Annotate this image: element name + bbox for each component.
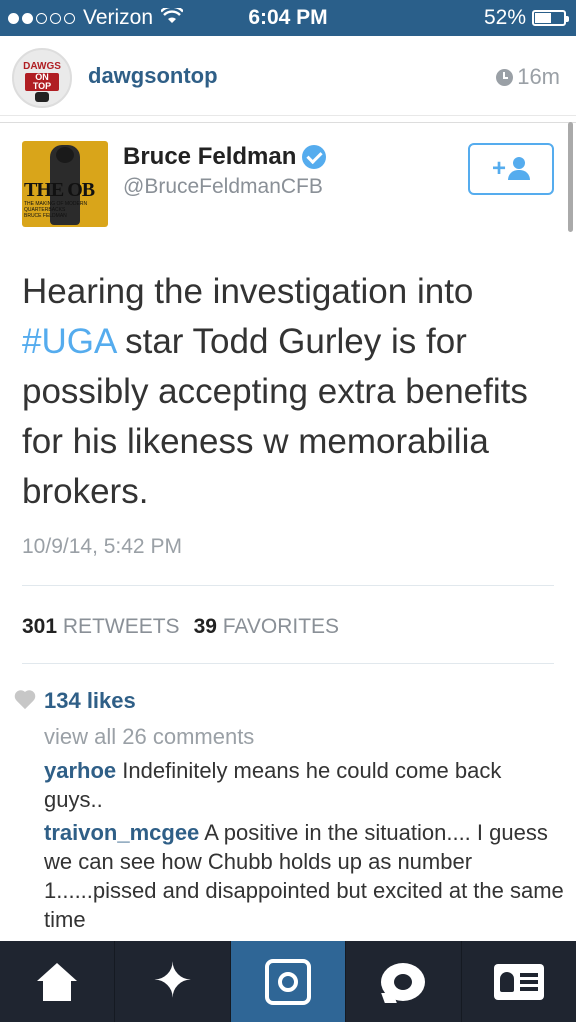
retweets-label: RETWEETS bbox=[62, 615, 180, 638]
explore-icon: ✦ bbox=[152, 954, 193, 1008]
post-timestamp: 16m bbox=[496, 64, 560, 90]
dawgs-logo: DAWGS ON TOP bbox=[22, 61, 62, 102]
post-username[interactable]: dawgsontop bbox=[88, 63, 218, 89]
logo-text-top: DAWGS bbox=[23, 61, 61, 72]
comment: yarhoe Indefinitely means he could come … bbox=[44, 756, 564, 814]
tab-home[interactable] bbox=[0, 941, 116, 1022]
retweets-count: 301 bbox=[22, 615, 58, 638]
tweet-date: 10/9/14, 5:42 PM bbox=[22, 535, 182, 558]
battery-icon bbox=[532, 10, 569, 26]
tab-news[interactable] bbox=[346, 941, 462, 1022]
verified-icon bbox=[302, 145, 327, 169]
battery-indicator: 52% bbox=[483, 6, 569, 30]
home-icon bbox=[35, 962, 79, 1001]
avatar-subtitle: THE MAKING OF MODERN QUARTERBACKS BRUCE … bbox=[24, 201, 88, 219]
likes-row[interactable]: 134 likes bbox=[14, 688, 136, 714]
clock-icon bbox=[496, 68, 514, 86]
post-image-tweet[interactable]: THE OB THE MAKING OF MODERN QUARTERBACKS… bbox=[0, 122, 576, 678]
profile-icon bbox=[493, 963, 544, 1000]
tweet-text: Hearing the investigation into #UGA star… bbox=[22, 272, 528, 511]
likes-count[interactable]: 134 likes bbox=[44, 688, 136, 714]
follow-button: + bbox=[468, 143, 554, 195]
user-avatar[interactable]: DAWGS ON TOP bbox=[12, 48, 72, 108]
view-all-comments-link[interactable]: view all 26 comments bbox=[44, 724, 254, 750]
comment: traivon_mcgee A positive in the situatio… bbox=[44, 818, 564, 934]
post-header: DAWGS ON TOP dawgsontop 16m bbox=[0, 36, 576, 116]
favorites-label: FAVORITES bbox=[222, 615, 340, 638]
divider bbox=[22, 585, 554, 586]
status-bar: Verizon 6:04 PM 52% bbox=[0, 0, 576, 36]
comment-username[interactable]: traivon_mcgee bbox=[44, 820, 199, 845]
tweet-author-avatar: THE OB THE MAKING OF MODERN QUARTERBACKS… bbox=[22, 141, 108, 227]
hashtag: #UGA bbox=[22, 322, 116, 361]
avatar-title: THE OB bbox=[24, 179, 95, 201]
logo-text-bottom: ON TOP bbox=[25, 73, 59, 91]
news-icon bbox=[381, 962, 426, 1001]
tab-profile[interactable] bbox=[462, 941, 576, 1022]
tweet-author-name: Bruce Feldman bbox=[123, 143, 327, 171]
camera-icon bbox=[265, 958, 312, 1005]
tweet-author-handle: @BruceFeldmanCFB bbox=[123, 175, 323, 198]
bulldog-icon bbox=[35, 92, 49, 102]
tab-camera[interactable] bbox=[230, 941, 347, 1022]
battery-percent: 52% bbox=[483, 6, 526, 29]
bottom-tab-bar: ✦ bbox=[0, 941, 576, 1022]
tab-explore[interactable]: ✦ bbox=[115, 941, 231, 1022]
heart-icon bbox=[14, 691, 36, 711]
favorites-count: 39 bbox=[193, 615, 217, 638]
tweet-stats: 301 RETWEETS 39 FAVORITES bbox=[22, 615, 339, 639]
add-user-icon bbox=[508, 157, 530, 181]
scrollbar[interactable] bbox=[568, 122, 573, 232]
divider bbox=[22, 663, 554, 664]
time-ago: 16m bbox=[517, 64, 560, 89]
comment-username[interactable]: yarhoe bbox=[44, 758, 116, 783]
